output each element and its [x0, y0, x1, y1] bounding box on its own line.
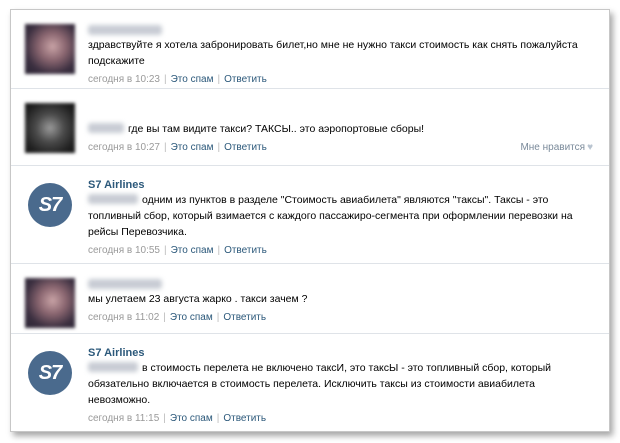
comment-text-row: в стоимость перелета не включено таксИ, … [88, 360, 593, 408]
comment-author[interactable]: S7 Airlines [88, 346, 593, 360]
comment-author[interactable]: S7 Airlines [88, 178, 593, 192]
like-label: Мне нравится [520, 142, 586, 153]
reply-link[interactable]: Ответить [223, 312, 266, 323]
meta-separator: | [216, 312, 220, 323]
spam-link[interactable]: Это спам [170, 312, 213, 323]
reply-link[interactable]: Ответить [224, 142, 267, 153]
like-button[interactable]: Мне нравится ♥ [520, 142, 593, 153]
comment-meta: сегодня в 10:23 | Это спам | Ответить [88, 73, 593, 87]
reply-link[interactable]: Ответить [224, 74, 267, 85]
blurred-mention [88, 362, 138, 372]
blurred-author-name [88, 25, 162, 36]
blurred-mention [88, 194, 138, 204]
comment-item: здравствуйте я хотела забронировать биле… [11, 10, 609, 89]
meta-separator: | [163, 312, 166, 323]
meta-separator: | [217, 74, 221, 85]
avatar[interactable]: S7 [25, 180, 75, 230]
comment-time[interactable]: сегодня в 10:27 [88, 142, 160, 153]
heart-icon: ♥ [587, 142, 593, 153]
avatar[interactable] [25, 103, 75, 153]
s7-logo-icon: S7 [28, 183, 72, 227]
avatar[interactable]: S7 [25, 348, 75, 398]
meta-separator: | [164, 245, 167, 256]
spam-link[interactable]: Это спам [171, 245, 214, 256]
meta-separator: | [216, 413, 220, 424]
meta-separator: | [217, 142, 221, 153]
comment-text: одним из пунктов в разделе "Стоимость ав… [88, 194, 573, 238]
comment-item: S7 S7 Airlines в стоимость перелета не в… [11, 334, 609, 431]
s7-logo-icon: S7 [28, 351, 72, 395]
comment-time[interactable]: сегодня в 10:23 [88, 74, 160, 85]
comment-text-row: одним из пунктов в разделе "Стоимость ав… [88, 192, 593, 240]
comment-time[interactable]: сегодня в 11:15 [88, 413, 159, 424]
comment-time[interactable]: сегодня в 11:02 [88, 312, 159, 323]
comment-item: мы улетаем 23 августа жарко . такси заче… [11, 264, 609, 334]
comment-text: в стоимость перелета не включено таксИ, … [88, 362, 551, 406]
comment-meta: сегодня в 11:02 | Это спам | Ответить [88, 311, 593, 325]
reply-link[interactable]: Ответить [223, 413, 266, 424]
comment-text: где вы там видите такси? ТАКСЫ.. это аэр… [128, 123, 425, 135]
reply-link[interactable]: Ответить [224, 245, 267, 256]
avatar[interactable] [25, 278, 75, 328]
comment-text: здравствуйте я хотела забронировать биле… [88, 39, 578, 67]
comment-meta: сегодня в 10:27 | Это спам | Ответить [88, 141, 593, 155]
meta-separator: | [164, 142, 167, 153]
blurred-author-name [88, 279, 162, 290]
comment-author[interactable] [88, 277, 593, 291]
spam-link[interactable]: Это спам [171, 142, 214, 153]
meta-separator: | [164, 74, 167, 85]
comment-text-row: где вы там видите такси? ТАКСЫ.. это аэр… [88, 121, 593, 137]
comment-text: мы улетаем 23 августа жарко . такси заче… [88, 293, 308, 305]
avatar[interactable] [25, 24, 75, 74]
comment-meta: сегодня в 11:15 | Это спам | Ответить [88, 412, 593, 426]
meta-separator: | [163, 413, 166, 424]
spam-link[interactable]: Это спам [171, 74, 214, 85]
meta-separator: | [217, 245, 221, 256]
spam-link[interactable]: Это спам [170, 413, 213, 424]
comments-panel: здравствуйте я хотела забронировать биле… [10, 9, 610, 432]
comment-item: где вы там видите такси? ТАКСЫ.. это аэр… [11, 89, 609, 166]
comment-item: S7 S7 Airlines одним из пунктов в раздел… [11, 166, 609, 264]
comment-time[interactable]: сегодня в 10:55 [88, 245, 160, 256]
blurred-mention [88, 123, 124, 133]
comment-meta: сегодня в 10:55 | Это спам | Ответить [88, 244, 593, 258]
comment-author[interactable] [88, 23, 593, 37]
